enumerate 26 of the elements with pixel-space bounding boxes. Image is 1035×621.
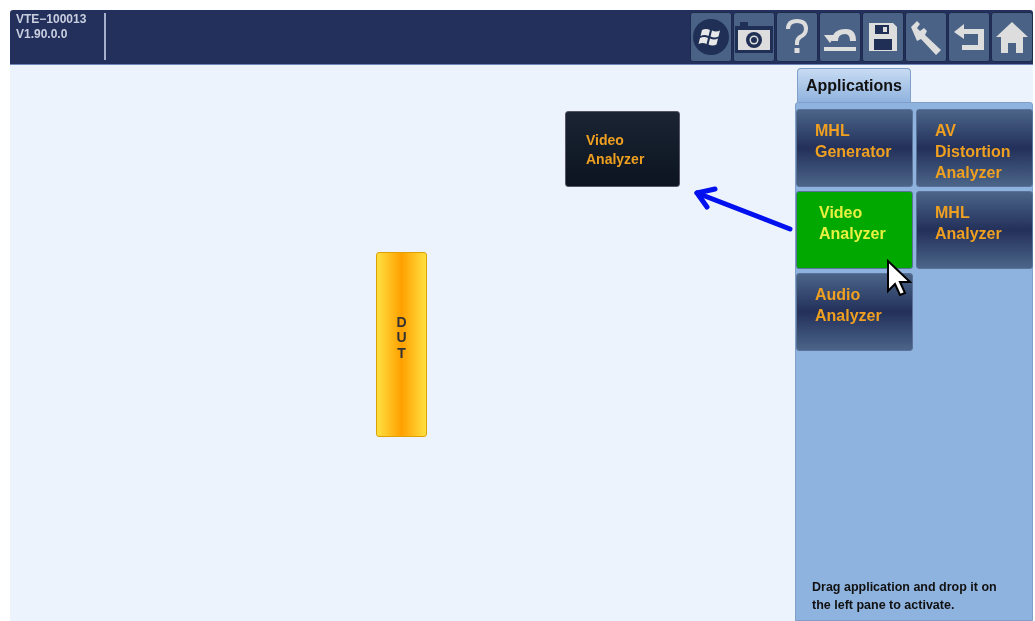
application-tile[interactable]: MHL Analyzer (916, 191, 1033, 269)
camera-icon (734, 20, 774, 54)
windows-logo-icon (692, 18, 730, 56)
application-tile[interactable]: AV Distortion Analyzer (916, 109, 1033, 187)
toolbar-button[interactable] (733, 12, 775, 62)
help-icon (785, 19, 809, 55)
back-arrow-icon (952, 22, 986, 52)
application-tile[interactable]: Audio Analyzer (796, 273, 913, 351)
home-icon (994, 20, 1030, 54)
toolbar-button[interactable] (862, 12, 904, 62)
toolbar-button[interactable] (948, 12, 990, 62)
applications-tab[interactable]: Applications (797, 68, 911, 102)
settings-icon (908, 19, 944, 55)
application-tile[interactable]: MHL Generator (796, 109, 913, 187)
mouse-cursor-icon (886, 259, 912, 297)
toolbar-button[interactable] (819, 12, 861, 62)
application-block[interactable]: Video Analyzer (565, 111, 680, 187)
toolbar-button[interactable] (776, 12, 818, 62)
hint-text: Drag application and drop it on the left pane to activate. (812, 579, 998, 614)
toolbar-button[interactable] (991, 12, 1033, 62)
dut-block[interactable]: DUT (376, 252, 427, 437)
toolbar-button[interactable] (905, 12, 947, 62)
version-label: V1.90.0.0 (16, 27, 69, 42)
toolbar-button[interactable] (690, 12, 732, 62)
device-id: VTE−100013 (16, 12, 88, 27)
save-icon (868, 22, 898, 52)
